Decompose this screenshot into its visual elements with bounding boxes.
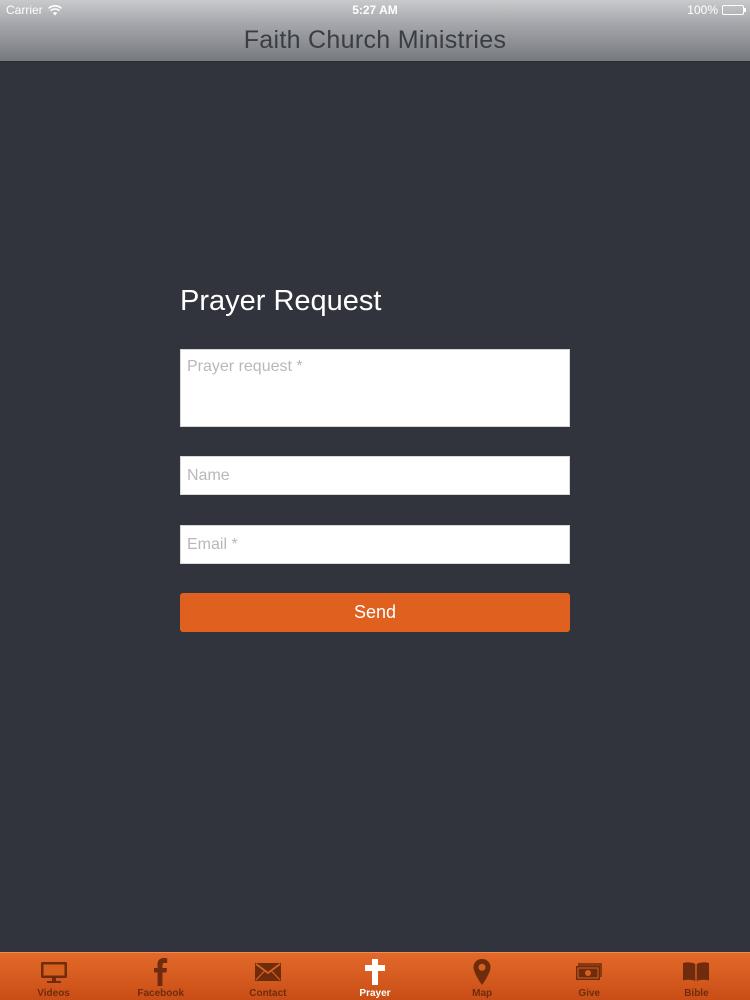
- tab-prayer[interactable]: Prayer: [321, 953, 428, 1000]
- tab-videos[interactable]: Videos: [0, 953, 107, 1000]
- money-icon: [574, 957, 604, 987]
- tab-label: Prayer: [359, 988, 391, 999]
- tab-label: Bible: [684, 988, 709, 999]
- monitor-icon: [39, 957, 69, 987]
- tab-label: Videos: [37, 988, 70, 999]
- envelope-icon: [253, 957, 283, 987]
- tab-bar: Videos Facebook Contact Prayer Map Give …: [0, 952, 750, 1000]
- form-title: Prayer Request: [180, 285, 382, 317]
- status-bar: Carrier 5:27 AM 100%: [0, 0, 750, 20]
- map-pin-icon: [467, 957, 497, 987]
- tab-facebook[interactable]: Facebook: [107, 953, 214, 1000]
- tab-label: Give: [578, 988, 601, 999]
- name-input[interactable]: [180, 456, 570, 495]
- status-time: 5:27 AM: [352, 3, 398, 17]
- app-title: Faith Church Ministries: [243, 26, 507, 54]
- facebook-icon: [146, 957, 176, 987]
- tab-label: Facebook: [137, 988, 185, 999]
- email-input[interactable]: [180, 525, 570, 564]
- tab-label: Contact: [249, 988, 287, 999]
- tab-label: Map: [472, 988, 493, 999]
- send-button[interactable]: Send: [180, 593, 570, 632]
- tab-map[interactable]: Map: [429, 953, 536, 1000]
- tab-contact[interactable]: Contact: [214, 953, 321, 1000]
- prayer-request-input[interactable]: [180, 349, 570, 427]
- cross-icon: [360, 957, 390, 987]
- tab-bible[interactable]: Bible: [643, 953, 750, 1000]
- book-icon: [681, 957, 711, 987]
- battery-status: 100%: [687, 3, 746, 17]
- tab-give[interactable]: Give: [536, 953, 643, 1000]
- battery-icon: [722, 5, 746, 15]
- battery-percent: 100%: [687, 3, 718, 17]
